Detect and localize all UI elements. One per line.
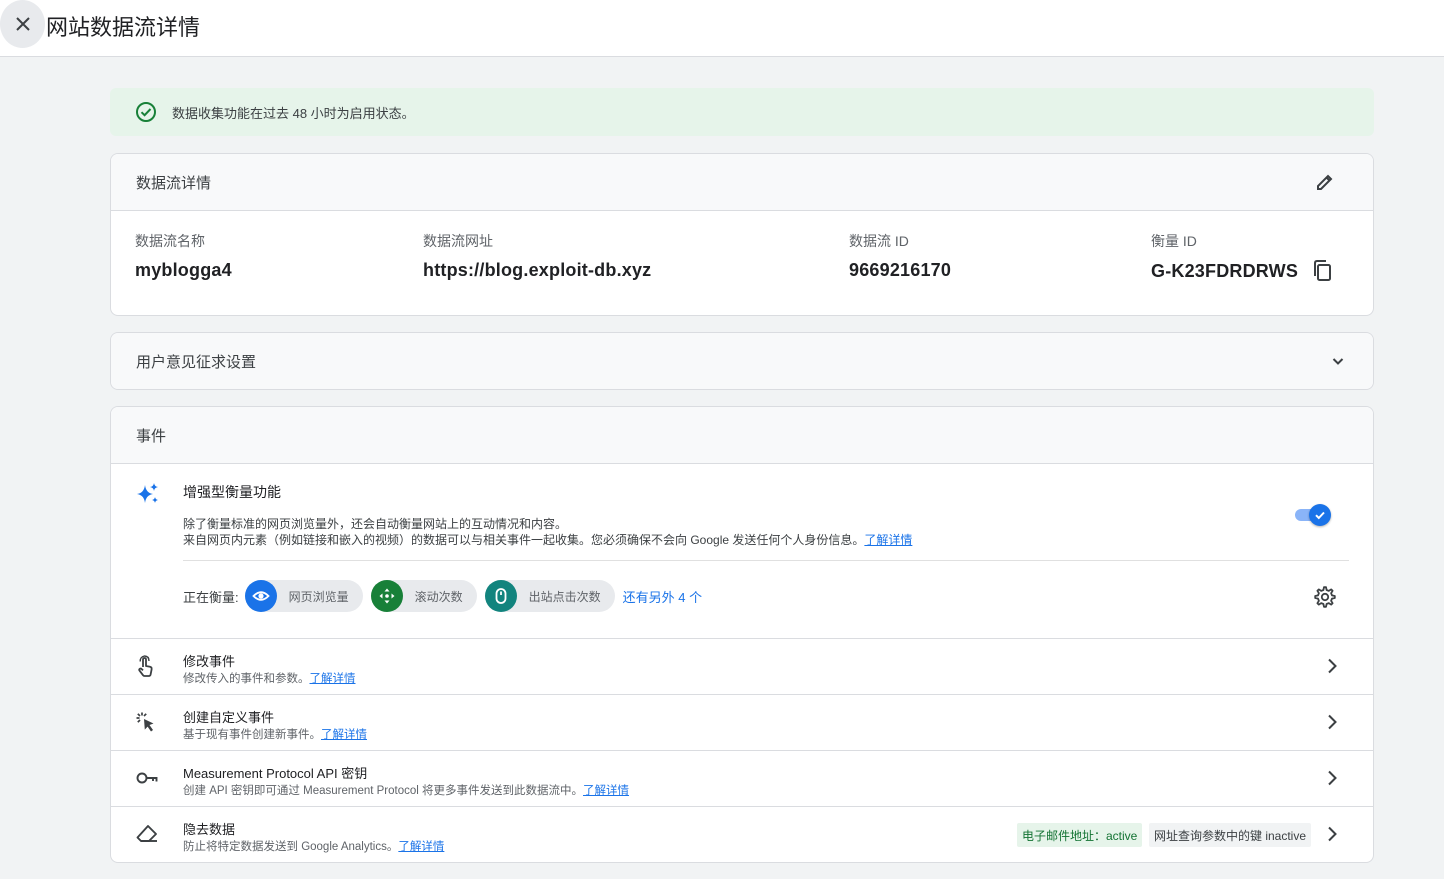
- enhanced-description: 除了衡量标准的网页浏览量外，还会自动衡量网站上的互动情况和内容。 来自网页内元素…: [183, 517, 913, 547]
- chevron-down-icon[interactable]: [1331, 354, 1345, 368]
- row-modify-events[interactable]: 修改事件 修改传入的事件和参数。了解详情: [111, 638, 1373, 694]
- page-title: 网站数据流详情: [46, 15, 201, 40]
- learn-more-link[interactable]: 了解详情: [321, 729, 367, 741]
- more-events-link[interactable]: 还有另外 4 个: [623, 587, 702, 606]
- alert-text: 数据收集功能在过去 48 小时为启用状态。: [172, 105, 415, 121]
- card-title: 数据流详情: [136, 174, 212, 192]
- chevron-right-icon: [1328, 658, 1337, 674]
- gear-icon[interactable]: [1313, 585, 1337, 609]
- top-bar: 网站数据流详情: [0, 0, 1444, 57]
- measurement-id-value: G-K23FDRDRWS: [1151, 260, 1299, 281]
- row-measurement-protocol[interactable]: Measurement Protocol API 密钥 创建 API 密钥即可通…: [111, 750, 1373, 806]
- measuring-label: 正在衡量:: [183, 589, 239, 605]
- stream-id: 数据流 ID 9669216170: [849, 233, 952, 280]
- row-create-custom-events[interactable]: 创建自定义事件 基于现有事件创建新事件。了解详情: [111, 694, 1373, 750]
- check-circle-icon: [136, 102, 156, 122]
- copy-icon[interactable]: [1312, 260, 1332, 282]
- consent-title: 用户意见征求设置: [136, 353, 257, 371]
- mouse-icon: [495, 588, 507, 604]
- sparkle-icon: [137, 483, 158, 503]
- status-badge: 网址查询参数中的键 inactive: [1149, 823, 1312, 847]
- events-title: 事件: [136, 427, 167, 445]
- chevron-right-icon: [1328, 826, 1337, 842]
- events-card: 事件 增强型衡量功能 除了衡量标准的网页浏览量外，还会自动衡量网站上的互动情况和…: [110, 406, 1374, 863]
- chip-scrolls[interactable]: 滚动次数: [370, 580, 477, 612]
- status-badge: 电子邮件地址：active: [1017, 823, 1143, 847]
- key-icon: [136, 772, 158, 784]
- touch-icon: [138, 655, 153, 677]
- measuring-list: 正在衡量: 网页浏览量 滚动次数 出站点击次数 还有另外 4 个: [183, 580, 702, 612]
- scroll-icon: [379, 588, 395, 604]
- enhanced-measurement: 增强型衡量功能 除了衡量标准的网页浏览量外，还会自动衡量网站上的互动情况和内容。…: [111, 464, 1373, 638]
- eraser-icon: [136, 825, 157, 842]
- chip-page-views[interactable]: 网页浏览量: [244, 580, 363, 612]
- stream-details-card: 数据流详情 数据流名称 myblogga4 数据流网址 https://blog…: [110, 153, 1374, 316]
- enhanced-title: 增强型衡量功能: [183, 484, 281, 500]
- check-icon: [1315, 511, 1325, 520]
- chip-outbound-clicks[interactable]: 出站点击次数: [484, 580, 615, 612]
- eye-icon: [251, 591, 270, 601]
- click-icon: [136, 712, 154, 732]
- enhanced-measurement-toggle[interactable]: [1293, 504, 1331, 526]
- close-icon: [15, 17, 30, 31]
- edit-pencil-icon[interactable]: [1315, 172, 1335, 192]
- consent-settings-card[interactable]: 用户意见征求设置: [110, 332, 1374, 390]
- measurement-id: 衡量 ID G-K23FDRDRWS: [1151, 231, 1332, 282]
- close-button[interactable]: [0, 0, 45, 48]
- learn-more-link[interactable]: 了解详情: [398, 841, 444, 853]
- status-alert: 数据收集功能在过去 48 小时为启用状态。: [110, 88, 1374, 136]
- learn-more-link[interactable]: 了解详情: [310, 673, 356, 685]
- stream-url: 数据流网址 https://blog.exploit-db.xyz: [423, 233, 652, 280]
- learn-more-link[interactable]: 了解详情: [864, 533, 912, 547]
- chevron-right-icon: [1328, 714, 1337, 730]
- chevron-right-icon: [1328, 770, 1337, 786]
- row-redact-data[interactable]: 隐去数据 防止将特定数据发送到 Google Analytics。了解详情 电子…: [111, 806, 1373, 862]
- stream-name: 数据流名称 myblogga4: [135, 233, 232, 280]
- learn-more-link[interactable]: 了解详情: [583, 785, 629, 797]
